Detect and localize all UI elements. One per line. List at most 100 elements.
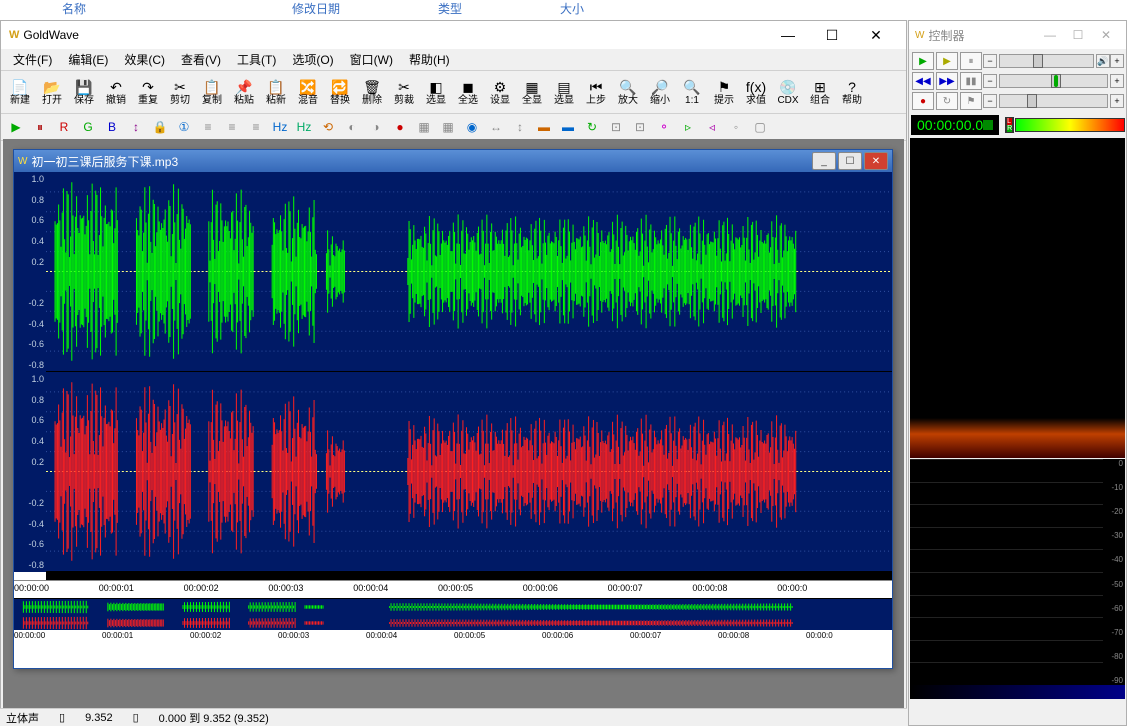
tool-undo[interactable]: ↶撤销: [101, 73, 131, 111]
col-date[interactable]: 修改日期: [292, 0, 340, 17]
doc-minimize-button[interactable]: _: [812, 152, 836, 170]
vol-minus-button[interactable]: −: [983, 54, 997, 68]
tool-new[interactable]: 📄新建: [5, 73, 35, 111]
tool-11[interactable]: 🔍1:1: [677, 73, 707, 111]
bal-plus-button[interactable]: +: [1110, 74, 1124, 88]
balance-slider[interactable]: [999, 74, 1108, 88]
col-type[interactable]: 类型: [438, 0, 462, 17]
speed-plus-button[interactable]: +: [1110, 94, 1124, 108]
tool2-3[interactable]: G: [77, 116, 99, 138]
tool-delete[interactable]: 🗑删除: [357, 73, 387, 111]
tool2-14[interactable]: ◐: [341, 116, 363, 138]
tool2-5[interactable]: ↕: [125, 116, 147, 138]
play2-button[interactable]: ▶: [936, 52, 958, 70]
tool2-19[interactable]: ◉: [461, 116, 483, 138]
tool2-27[interactable]: ⚬: [653, 116, 675, 138]
loop-button[interactable]: ↻: [936, 92, 958, 110]
ctrl-maximize-button[interactable]: ☐: [1064, 25, 1092, 45]
tool2-28[interactable]: ▹: [677, 116, 699, 138]
tool2-22[interactable]: ▬: [533, 116, 555, 138]
tool2-20[interactable]: ↔: [485, 116, 507, 138]
col-name[interactable]: 名称: [62, 0, 86, 17]
menu-window[interactable]: 窗口(W): [342, 49, 401, 70]
tool-zoomin[interactable]: 🔍放大: [613, 73, 643, 111]
tool2-9[interactable]: ≡: [221, 116, 243, 138]
menu-tool[interactable]: 工具(T): [229, 49, 284, 70]
menu-option[interactable]: 选项(O): [284, 49, 341, 70]
tool2-7[interactable]: ①: [173, 116, 195, 138]
menu-effect[interactable]: 效果(C): [116, 49, 173, 70]
speed-minus-button[interactable]: −: [983, 94, 997, 108]
timeline-ruler[interactable]: 00:00:0000:00:0100:00:0200:00:0300:00:04…: [14, 580, 892, 598]
tool-zoomout[interactable]: 🔎缩小: [645, 73, 675, 111]
ctrl-minimize-button[interactable]: —: [1036, 25, 1064, 45]
left-channel-waveform[interactable]: [46, 172, 892, 372]
tool2-2[interactable]: R: [53, 116, 75, 138]
tool2-1[interactable]: ⏸: [29, 116, 51, 138]
vol-plus-button[interactable]: +: [1110, 54, 1124, 68]
tool-trim[interactable]: ✂剪裁: [389, 73, 419, 111]
overview-waveform[interactable]: 00:00:0000:00:0100:00:0200:00:0300:00:04…: [14, 598, 892, 642]
tool-open[interactable]: 📂打开: [37, 73, 67, 111]
tool2-25[interactable]: ⊡: [605, 116, 627, 138]
tool2-24[interactable]: ↻: [581, 116, 603, 138]
tool-cdx[interactable]: 💿CDX: [773, 73, 803, 111]
tool2-0[interactable]: ▶: [5, 116, 27, 138]
doc-maximize-button[interactable]: ☐: [838, 152, 862, 170]
tool2-12[interactable]: Hz: [293, 116, 315, 138]
selection-bar[interactable]: [46, 572, 892, 580]
menu-view[interactable]: 查看(V): [173, 49, 229, 70]
main-titlebar[interactable]: W GoldWave — ☐ ✕: [1, 21, 906, 49]
tool2-29[interactable]: ◃: [701, 116, 723, 138]
col-size[interactable]: 大小: [560, 0, 584, 17]
doc-titlebar[interactable]: W 初一初三课后服务下课.mp3 _ ☐ ✕: [14, 150, 892, 172]
menu-edit[interactable]: 编辑(E): [60, 49, 116, 70]
waveform-canvas-area[interactable]: [46, 172, 892, 580]
tool-pnew[interactable]: 📋粘新: [261, 73, 291, 111]
tool-allshow[interactable]: ▦全显: [517, 73, 547, 111]
tool-redo[interactable]: ↷重复: [133, 73, 163, 111]
tool2-17[interactable]: ▦: [413, 116, 435, 138]
tool2-11[interactable]: Hz: [269, 116, 291, 138]
tool2-13[interactable]: ⟲: [317, 116, 339, 138]
tool-cut[interactable]: ✂剪切: [165, 73, 195, 111]
maximize-button[interactable]: ☐: [810, 21, 854, 49]
tool2-30[interactable]: ◦: [725, 116, 747, 138]
tool-paste[interactable]: 📌粘贴: [229, 73, 259, 111]
minimize-button[interactable]: —: [766, 21, 810, 49]
menu-file[interactable]: 文件(F): [5, 49, 60, 70]
doc-close-button[interactable]: ✕: [864, 152, 888, 170]
forward-button[interactable]: ▶▶: [936, 72, 958, 90]
tool2-26[interactable]: ⊡: [629, 116, 651, 138]
record-button[interactable]: ●: [912, 92, 934, 110]
tool2-18[interactable]: ▦: [437, 116, 459, 138]
tool-replace[interactable]: 🔁替换: [325, 73, 355, 111]
speaker-icon[interactable]: 🔊: [1096, 54, 1110, 68]
volume-slider[interactable]: [999, 54, 1094, 68]
tool2-23[interactable]: ▬: [557, 116, 579, 138]
play-button[interactable]: ▶: [912, 52, 934, 70]
tool2-31[interactable]: ▢: [749, 116, 771, 138]
mark-button[interactable]: ⚑: [960, 92, 982, 110]
tool2-16[interactable]: ●: [389, 116, 411, 138]
tool-mix[interactable]: 🔀混音: [293, 73, 323, 111]
tool-help[interactable]: ?帮助: [837, 73, 867, 111]
tool-all[interactable]: ◼全选: [453, 73, 483, 111]
tool-selshow[interactable]: ▤选显: [549, 73, 579, 111]
rewind-button[interactable]: ◀◀: [912, 72, 934, 90]
controller-titlebar[interactable]: W 控制器 — ☐ ✕: [909, 21, 1126, 49]
tool2-4[interactable]: B: [101, 116, 123, 138]
ctrl-close-button[interactable]: ✕: [1092, 25, 1120, 45]
tool2-21[interactable]: ↕: [509, 116, 531, 138]
tool-eval[interactable]: f(x)求值: [741, 73, 771, 111]
tool-set[interactable]: ⚙设显: [485, 73, 515, 111]
right-channel-waveform[interactable]: [46, 372, 892, 572]
tool2-15[interactable]: ◑: [365, 116, 387, 138]
tool-save[interactable]: 💾保存: [69, 73, 99, 111]
overview-timeline[interactable]: 00:00:0000:00:0100:00:0200:00:0300:00:04…: [14, 630, 892, 642]
tool2-10[interactable]: ≡: [245, 116, 267, 138]
bal-minus-button[interactable]: −: [983, 74, 997, 88]
end-button[interactable]: ▮▮: [960, 72, 982, 90]
tool2-6[interactable]: 🔒: [149, 116, 171, 138]
close-button[interactable]: ✕: [854, 21, 898, 49]
